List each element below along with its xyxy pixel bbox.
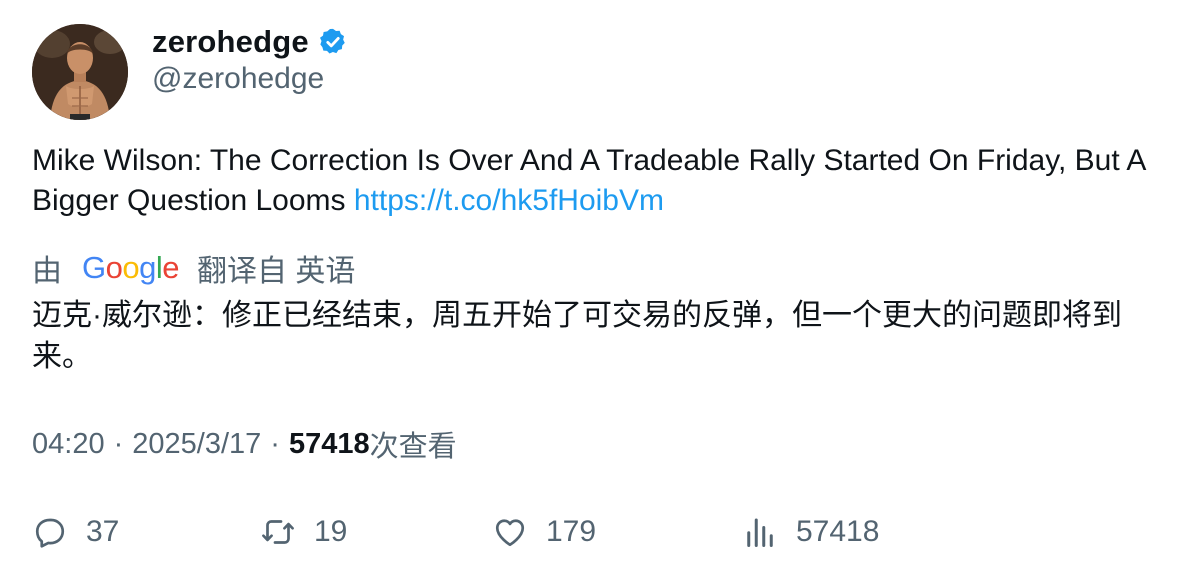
tweet-text: Mike Wilson: The Correction Is Over And … xyxy=(32,141,1172,221)
like-button[interactable]: 179 xyxy=(492,510,596,554)
user-handle[interactable]: @zerohedge xyxy=(152,62,324,96)
like-count: 179 xyxy=(546,515,597,548)
display-name[interactable]: zerohedge xyxy=(152,24,309,60)
retweet-icon xyxy=(262,520,294,544)
views-label: 次查看 xyxy=(369,431,457,463)
translation-attribution: 由 Google 翻译自 英语 xyxy=(32,248,355,288)
view-count: 57418 xyxy=(288,427,370,460)
heart-icon xyxy=(495,519,525,547)
views-button[interactable]: 57418 xyxy=(742,510,879,554)
meta-separator: · xyxy=(113,427,124,460)
action-bar: 37 19 179 57418 xyxy=(32,510,1172,554)
reply-count: 37 xyxy=(86,515,120,548)
tweet-card: zerohedge @zerohedge Mike Wilson: The Co… xyxy=(0,0,1196,578)
retweet-count: 19 xyxy=(314,515,348,548)
tweet-date[interactable]: 2025/3/17 xyxy=(132,428,261,461)
tweet-time[interactable]: 04:20 xyxy=(32,428,105,461)
avatar[interactable] xyxy=(32,24,128,120)
tweet-meta: 04:20 · 2025/3/17 · 57418 次查看 xyxy=(32,424,457,464)
translated-text: 迈克·威尔逊：修正已经结束，周五开始了可交易的反弹，但一个更大的问题即将到来。 xyxy=(32,299,1122,373)
author-name-row: zerohedge xyxy=(152,22,348,62)
reply-button[interactable]: 37 xyxy=(32,510,119,554)
tweet-link[interactable]: https://t.co/hk5fHoibVm xyxy=(354,184,664,217)
translation-suffix: 翻译自 英语 xyxy=(197,255,356,288)
reply-icon xyxy=(35,518,65,548)
views-count: 57418 xyxy=(796,515,880,548)
analytics-icon xyxy=(747,518,773,547)
retweet-button[interactable]: 19 xyxy=(260,510,347,554)
verified-badge-icon xyxy=(318,27,348,57)
avatar-image xyxy=(32,24,128,120)
google-logo[interactable]: Google xyxy=(82,250,180,286)
meta-separator: · xyxy=(270,427,280,460)
translation-prefix: 由 xyxy=(32,255,62,288)
